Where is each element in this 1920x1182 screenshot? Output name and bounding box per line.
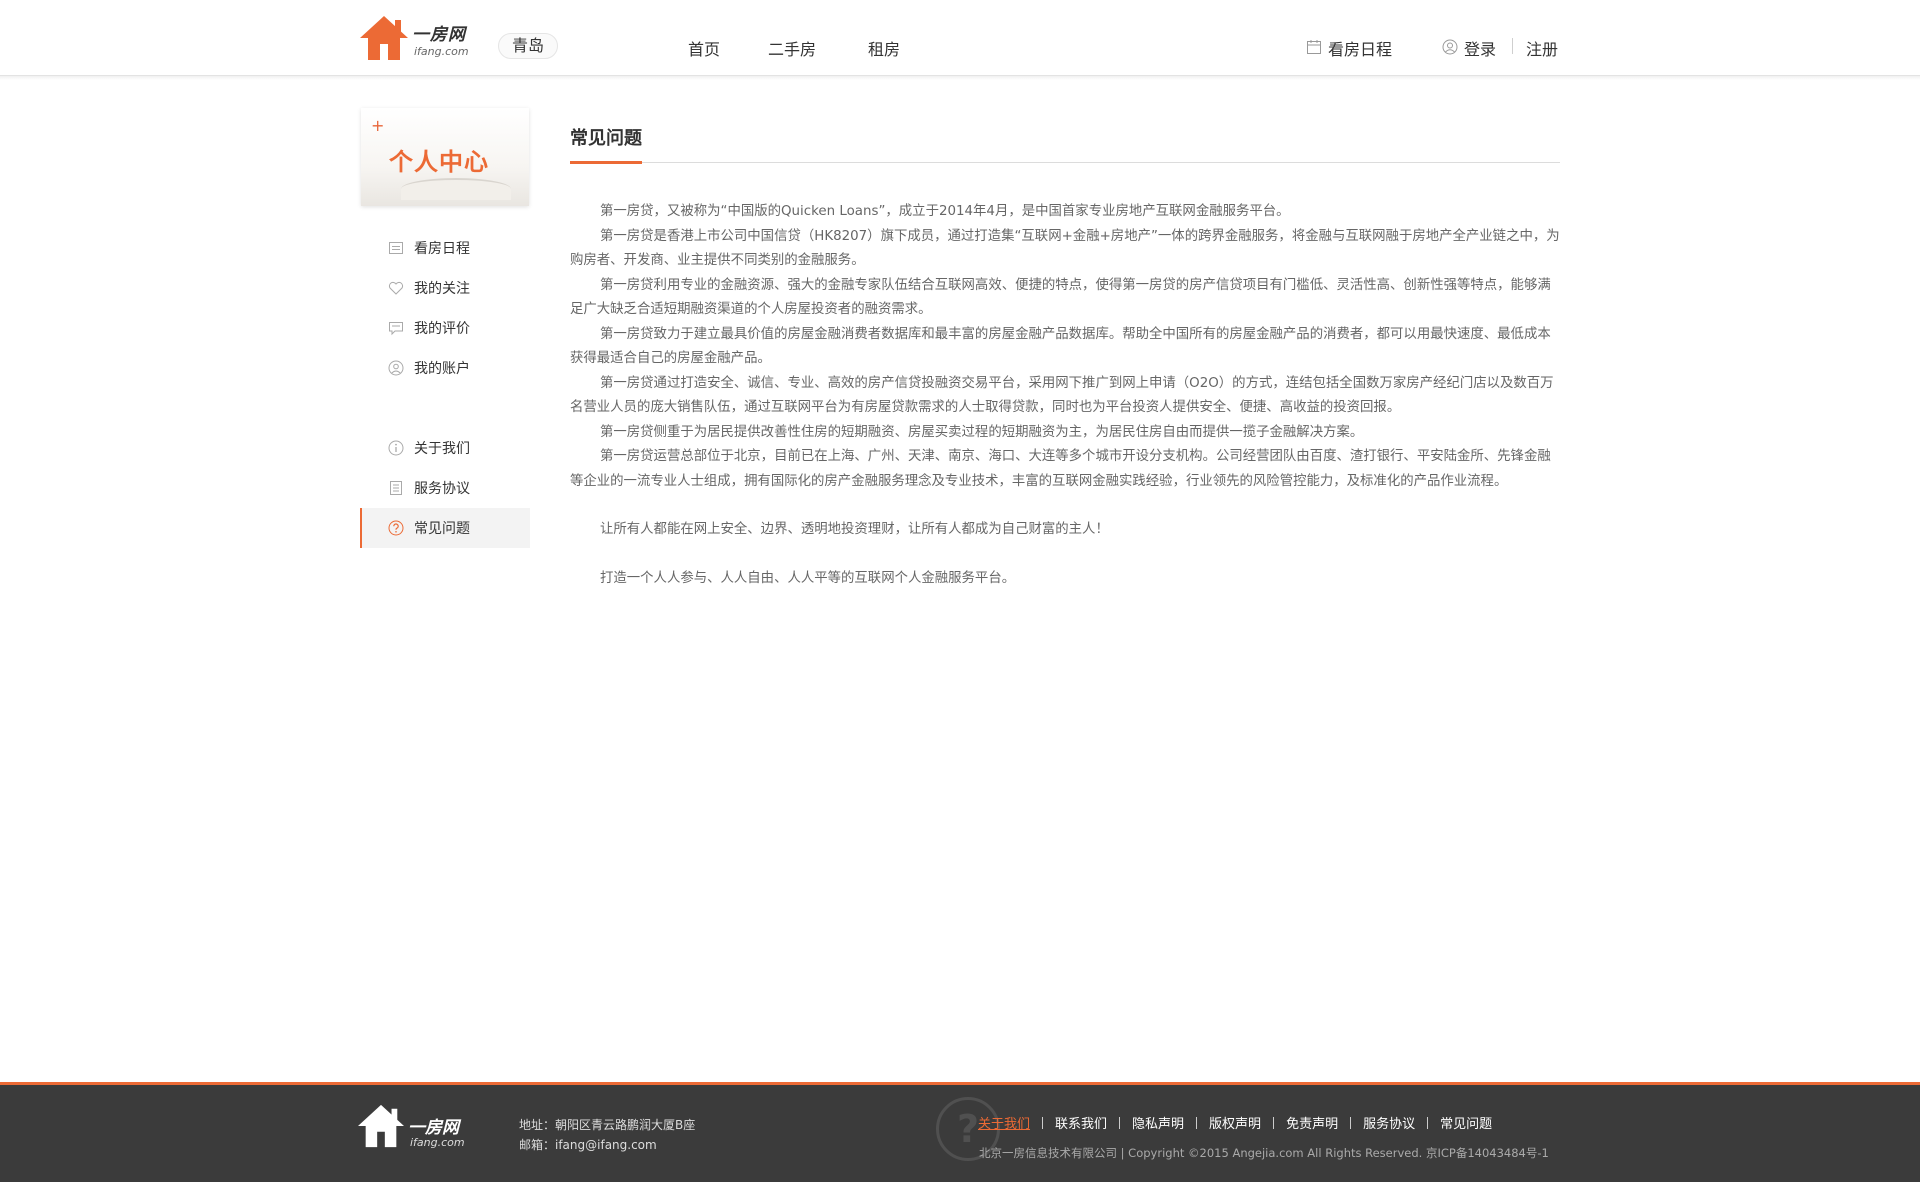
comment-icon	[389, 322, 403, 336]
nav-second-hand[interactable]: 二手房	[768, 36, 816, 60]
sidebar-item-schedule[interactable]: 看房日程	[360, 228, 530, 268]
footer-link-divider	[1273, 1117, 1275, 1129]
header-shadow	[0, 76, 1920, 80]
sidebar-item-label: 关于我们	[414, 441, 470, 457]
footer-link-faq[interactable]: 常见问题	[1440, 1117, 1492, 1132]
logo-domain-text: ifang.com	[410, 1136, 465, 1149]
faq-paragraph: 第一房贷利用专业的金融资源、强大的金融专家队伍结合互联网高效、便捷的特点，使得第…	[570, 277, 1551, 318]
question-icon	[388, 520, 404, 536]
footer-link-copyright[interactable]: 版权声明	[1209, 1117, 1261, 1132]
faq-paragraph: 第一房贷通过打造安全、诚信、专业、高效的房产信贷投融资交易平台，采用网下推广到网…	[570, 375, 1554, 416]
sidebar-item-faq[interactable]: 常见问题	[360, 508, 530, 548]
header-divider	[1512, 38, 1513, 54]
title-divider	[570, 162, 1560, 163]
sidebar-item-follow[interactable]: 我的关注	[360, 268, 530, 308]
house-logo-icon	[358, 1104, 404, 1148]
slogan-line: 让所有人都能在网上安全、边界、透明地投资理财，让所有人都成为自己财富的主人！	[600, 522, 1109, 537]
plus-decoration: +	[371, 116, 385, 135]
faq-paragraph: 第一房贷侧重于为居民提供改善性住房的短期融资、房屋买卖过程的短期融资为主，为居民…	[600, 424, 1364, 440]
personal-center-banner: + 个人中心	[361, 108, 529, 206]
footer-link-agreement[interactable]: 服务协议	[1363, 1117, 1415, 1132]
site-logo[interactable]: 一房网 ifang.com	[358, 14, 476, 62]
nav-rent[interactable]: 租房	[868, 36, 900, 60]
footer-link-divider	[1042, 1117, 1044, 1129]
footer-link-divider	[1427, 1117, 1429, 1129]
logo-domain-text: ifang.com	[414, 45, 469, 58]
user-icon	[1442, 39, 1458, 55]
faq-paragraph: 第一房贷，又被称为“中国版的Quicken Loans”，成立于2014年4月，…	[600, 204, 1290, 219]
slogan-line: 打造一个人人参与、人人自由、人人平等的互联网个人金融服务平台。	[600, 570, 1016, 586]
sidebar-item-reviews[interactable]: 我的评价	[360, 308, 530, 348]
logo-brand-text: 一房网	[412, 25, 466, 45]
info-icon	[388, 440, 404, 456]
sidebar-item-label: 看房日程	[414, 241, 470, 257]
footer-link-privacy[interactable]: 隐私声明	[1132, 1117, 1184, 1132]
footer-logo[interactable]: 一房网 ifang.com	[356, 1103, 474, 1151]
sidebar-item-label: 我的关注	[414, 281, 470, 297]
footer-email: 邮箱：ifang@ifang.com	[519, 1138, 657, 1152]
calendar-icon	[389, 242, 403, 254]
sidebar-item-label: 常见问题	[414, 521, 470, 537]
page-title: 常见问题	[570, 128, 642, 149]
footer-link-divider	[1119, 1117, 1121, 1129]
site-footer: 一房网 ifang.com 地址：朝阳区青云路鹏润大厦B座 邮箱：ifang@i…	[0, 1082, 1920, 1182]
book-illustration	[401, 178, 511, 200]
sidebar-item-label: 我的评价	[414, 321, 470, 337]
faq-paragraph: 第一房贷运营总部位于北京，目前已在上海、广州、天津、南京、海口、大连等多个城市开…	[570, 449, 1551, 489]
footer-address: 地址：朝阳区青云路鹏润大厦B座	[519, 1118, 696, 1132]
sidebar-item-agreement[interactable]: 服务协议	[360, 468, 530, 508]
footer-link-contact[interactable]: 联系我们	[1055, 1117, 1107, 1132]
logo-brand-text: 一房网	[408, 1118, 459, 1138]
city-selector[interactable]: 青岛	[498, 33, 558, 59]
personal-center-title: 个人中心	[389, 148, 489, 176]
footer-link-about[interactable]: 关于我们	[978, 1117, 1030, 1132]
login-link[interactable]: 登录	[1464, 36, 1496, 60]
sidebar-item-about[interactable]: 关于我们	[360, 428, 530, 468]
footer-copyright: 北京一房信息技术有限公司 | Copyright ©2015 Angejia.c…	[979, 1146, 1549, 1160]
faq-paragraph: 第一房贷致力于建立最具价值的房屋金融消费者数据库和最丰富的房屋金融产品数据库。帮…	[570, 326, 1551, 367]
nav-home[interactable]: 首页	[688, 36, 720, 60]
user-icon	[388, 360, 404, 376]
sidebar-item-account[interactable]: 我的账户	[360, 348, 530, 388]
faq-paragraph: 第一房贷是香港上市公司中国信贷（HK8207）旗下成员，通过打造集“互联网+金融…	[570, 228, 1560, 269]
sidebar-item-label: 我的账户	[414, 361, 470, 377]
footer-contact: 地址：朝阳区青云路鹏润大厦B座 邮箱：ifang@ifang.com	[519, 1115, 695, 1155]
heart-icon	[388, 281, 404, 295]
footer-link-divider	[1350, 1117, 1352, 1129]
title-accent-bar	[570, 161, 642, 164]
schedule-link[interactable]: 看房日程	[1328, 36, 1392, 60]
house-logo-icon	[360, 16, 408, 60]
faq-body: 第一房贷，又被称为“中国版的Quicken Loans”，成立于2014年4月，…	[570, 200, 1560, 591]
sidebar-item-label: 服务协议	[414, 481, 470, 497]
register-link[interactable]: 注册	[1526, 36, 1558, 60]
calendar-icon	[1307, 40, 1321, 54]
footer-links: 关于我们 联系我们 隐私声明 版权声明 免责声明 服务协议 常见问题	[978, 1113, 1492, 1132]
footer-link-disclaimer[interactable]: 免责声明	[1286, 1117, 1338, 1132]
document-icon	[390, 481, 402, 495]
top-header: 一房网 ifang.com 青岛 首页 二手房 租房 看房日程 登录 注册	[0, 0, 1920, 76]
footer-link-divider	[1196, 1117, 1198, 1129]
